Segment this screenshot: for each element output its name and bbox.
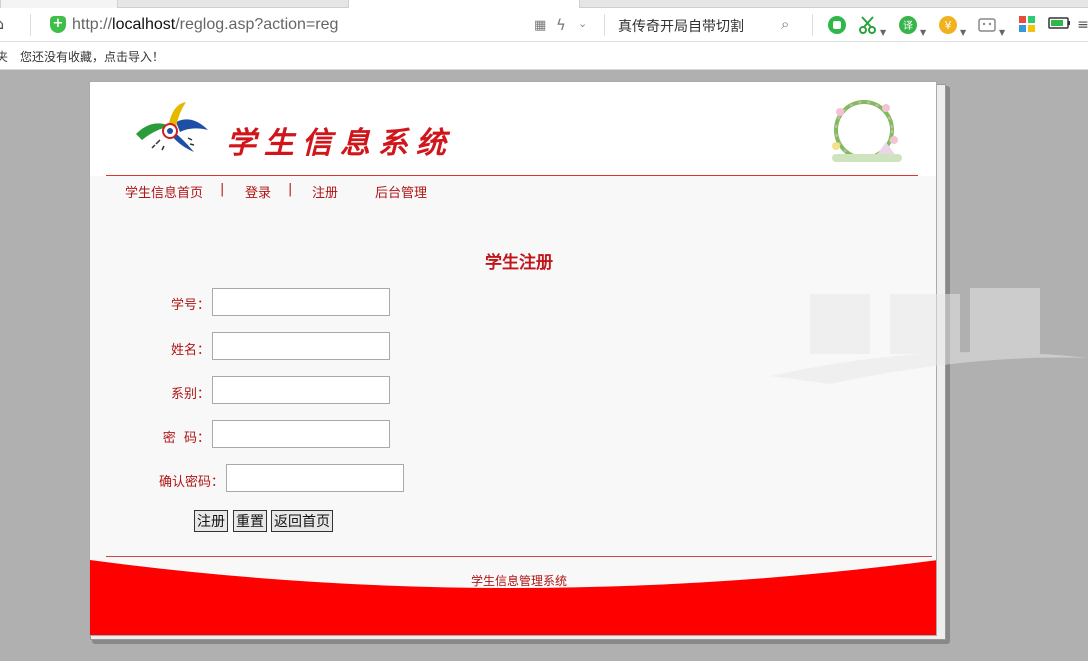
name-input[interactable] [212, 332, 390, 360]
browser-tab-active[interactable] [348, 0, 580, 8]
security-shield-icon[interactable]: + [50, 16, 66, 33]
register-button[interactable]: 注册 [194, 510, 228, 532]
form-title: 学生注册 [485, 253, 553, 273]
tab-strip [0, 0, 1088, 8]
toolbar-divider [812, 14, 813, 36]
address-bar: ⌂ + http://localhost/reglog.asp?action=r… [0, 8, 1088, 42]
department-label: 系别： [170, 387, 210, 402]
footer-text: 学生信息管理系统 [470, 574, 567, 588]
toolbar-divider [604, 14, 605, 36]
footer-wave-decoration [90, 560, 936, 635]
screenshot-icon[interactable]: ▼ [977, 15, 1011, 37]
site-header: 学生信息系统 [90, 82, 936, 176]
chevron-down-icon[interactable]: ⌄ [578, 17, 587, 30]
school-logo-icon [136, 102, 208, 152]
confirm-password-input[interactable] [226, 464, 404, 492]
confirm-password-label: 确认密码： [158, 475, 224, 490]
footer-divider [106, 556, 932, 557]
reset-button[interactable]: 重置 [233, 510, 267, 532]
watermark-logo [770, 288, 1088, 384]
department-input[interactable] [212, 376, 390, 404]
svg-text:¥: ¥ [945, 19, 952, 32]
header-divider [106, 175, 918, 176]
search-input[interactable]: 真传奇开局自带切割 [618, 16, 744, 36]
nav-home-link[interactable]: 学生信息首页 [125, 182, 203, 201]
student-id-input[interactable] [212, 288, 390, 316]
nav-admin-link[interactable]: 后台管理 [375, 182, 427, 201]
password-label: 密 码： [162, 431, 210, 446]
scissors-icon[interactable]: ▼ [858, 15, 892, 37]
bookmark-import-hint[interactable]: 您还没有收藏，点击导入！ [20, 48, 164, 65]
menu-icon[interactable]: ≡ [1076, 15, 1088, 35]
home-icon[interactable]: ⌂ [0, 16, 10, 32]
apps-grid-icon[interactable] [1017, 15, 1037, 35]
main-nav: 学生信息首页 | 登录 | 注册 后台管理 [90, 182, 936, 204]
toolbar-divider [30, 14, 31, 36]
student-id-label: 学号： [170, 298, 210, 313]
password-input[interactable] [212, 420, 390, 448]
coin-icon[interactable]: ¥ ▼ [938, 15, 972, 37]
battery-icon[interactable] [1047, 15, 1073, 35]
lightning-icon[interactable]: ϟ [556, 16, 566, 34]
nav-separator: | [220, 182, 225, 197]
back-home-button[interactable]: 返回首页 [271, 510, 333, 532]
flower-wreath-icon [832, 100, 902, 162]
nav-login-link[interactable]: 登录 [245, 182, 271, 201]
qr-code-icon[interactable]: ▦ [534, 18, 546, 33]
name-label: 姓名： [170, 343, 210, 358]
svg-text:译: 译 [903, 20, 913, 32]
browser-tab[interactable] [0, 0, 118, 8]
bookmarks-label[interactable]: 夹 [0, 48, 8, 65]
nav-separator: | [288, 182, 293, 197]
site-title: 学生信息系统 [226, 126, 454, 161]
bookmark-bar: 夹 您还没有收藏，点击导入！ [0, 42, 1088, 70]
url-field[interactable]: http://localhost/reglog.asp?action=reg [72, 16, 338, 34]
nav-register-link[interactable]: 注册 [312, 182, 338, 201]
translate-icon[interactable]: 译 ▼ [898, 15, 932, 37]
search-icon[interactable]: ⌕ [781, 15, 789, 33]
extension-green-circle-icon[interactable] [826, 15, 848, 35]
